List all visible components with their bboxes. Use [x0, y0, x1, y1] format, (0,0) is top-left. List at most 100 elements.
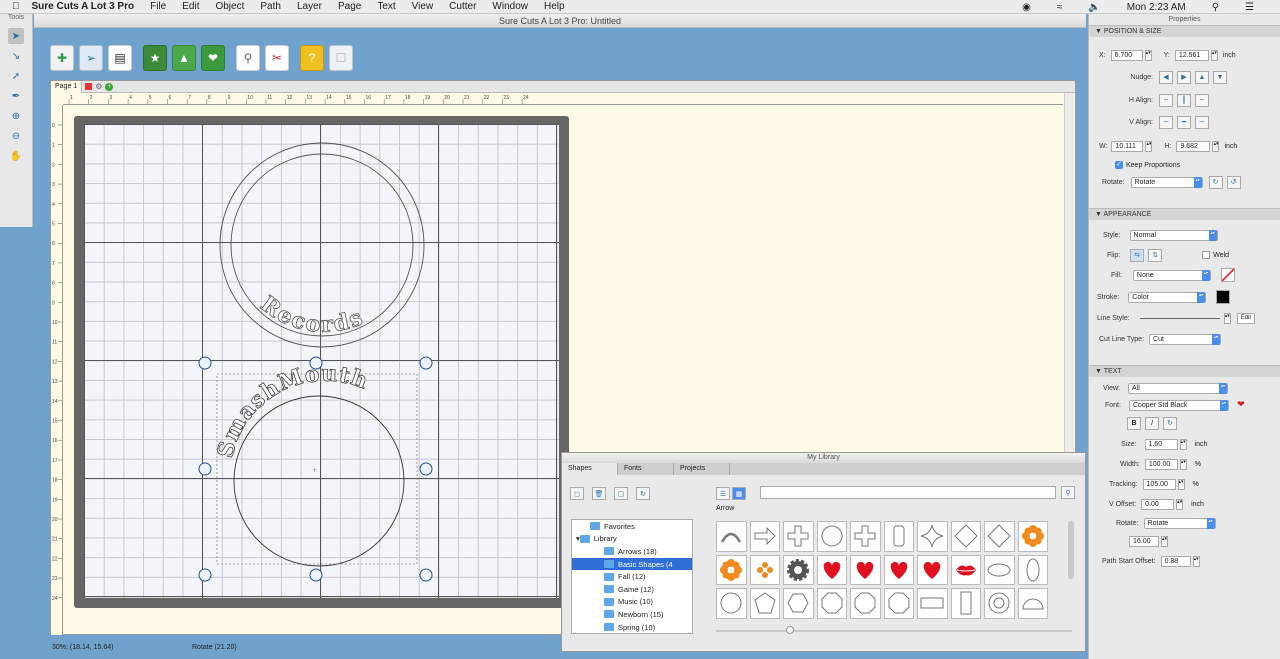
menu-cutter[interactable]: Cutter	[449, 1, 476, 12]
hexagon-outline-icon[interactable]	[783, 588, 814, 619]
edit-line-style-button[interactable]: Edit	[1236, 312, 1255, 324]
path-start-offset-field[interactable]: 0.88	[1160, 555, 1191, 567]
thumbnail-size-slider[interactable]	[716, 630, 1072, 632]
refresh-icon[interactable]: ↻	[636, 487, 650, 500]
text-width-field[interactable]: 100.00	[1144, 458, 1178, 470]
grid-view-icon[interactable]: ▦	[732, 487, 746, 500]
lips-red-icon[interactable]	[950, 554, 981, 585]
text-header[interactable]: ▼ TEXT	[1089, 365, 1280, 377]
fill-select[interactable]: None	[1132, 269, 1211, 281]
path-start-offset-stepper[interactable]: ▴▾	[1192, 555, 1200, 567]
menu-help[interactable]: Help	[544, 1, 565, 12]
align-center-h-icon[interactable]: ┃	[1177, 93, 1191, 107]
text-rotate-angle-field[interactable]: 16.00	[1129, 535, 1159, 547]
gear-gray-icon[interactable]	[783, 554, 814, 585]
menu-layer[interactable]: Layer	[297, 1, 322, 12]
edit-points-icon[interactable]: ➚	[8, 68, 24, 84]
app-menu[interactable]: Sure Cuts A Lot 3 Pro	[32, 1, 135, 12]
w-stepper[interactable]: ▴▾	[1145, 140, 1153, 152]
select-arrow-icon[interactable]: ➤	[8, 28, 24, 44]
menu-view[interactable]: View	[412, 1, 434, 12]
tracking-stepper[interactable]: ▴▾	[1177, 478, 1185, 490]
menu-page[interactable]: Page	[338, 1, 361, 12]
search-icon[interactable]: ⚲	[1212, 2, 1219, 13]
style-select[interactable]: Normal	[1129, 229, 1218, 241]
circle-outline-icon[interactable]	[816, 521, 847, 552]
font-select[interactable]: Cooper Std Black	[1128, 399, 1229, 411]
hand-pan-icon[interactable]: ✋	[8, 148, 24, 164]
text-refresh-icon[interactable]: ↻	[1163, 416, 1177, 430]
align-bottom-icon[interactable]: ─	[1195, 115, 1209, 129]
octagon-outline-icon[interactable]	[816, 588, 847, 619]
align-right-icon[interactable]: ┄	[1195, 93, 1209, 107]
flip-horizontal-icon[interactable]: ⇆	[1130, 248, 1145, 262]
library-tree-item[interactable]: Spring (10)	[572, 621, 692, 634]
volume-icon[interactable]: 🔈	[1088, 2, 1100, 13]
puzzle-cross-outline-icon[interactable]	[783, 521, 814, 552]
position-size-header[interactable]: ▼ POSITION & SIZE	[1089, 25, 1280, 37]
page-settings-icon[interactable]: ⚙	[95, 82, 102, 91]
view-select[interactable]: All	[1128, 382, 1228, 394]
rotate-reset-icon[interactable]: ↺	[1226, 175, 1241, 189]
stroke-color-swatch[interactable]	[1216, 290, 1231, 304]
text-size-field[interactable]: 1.60	[1144, 438, 1178, 450]
arrow-outline-icon[interactable]	[749, 521, 780, 552]
menu-object[interactable]: Object	[215, 1, 244, 12]
library-search-input[interactable]	[760, 486, 1056, 499]
import-shape-icon[interactable]: ▢	[614, 487, 628, 500]
arc-outline-icon[interactable]	[716, 521, 747, 552]
bold-icon[interactable]: B	[1127, 416, 1141, 430]
help-icon[interactable]: ?	[300, 45, 324, 71]
width-stepper[interactable]: ▴▾	[1179, 458, 1187, 470]
ellipse-tall-outline-icon[interactable]	[1017, 554, 1048, 585]
v-offset-field[interactable]: 0.00	[1141, 498, 1175, 510]
import-svg-icon[interactable]: ★	[143, 45, 167, 71]
thumbnail-size-slider-knob[interactable]	[786, 626, 794, 634]
star4-outline-icon[interactable]	[917, 521, 948, 552]
pentagon-outline-icon[interactable]	[749, 588, 780, 619]
ring-outline-icon[interactable]	[984, 588, 1015, 619]
zoom-in-icon[interactable]: ⊕	[8, 108, 24, 124]
menu-window[interactable]: Window	[492, 1, 528, 12]
dome-outline-icon[interactable]	[1017, 588, 1048, 619]
rotate-angle-stepper[interactable]: ▴▾	[1161, 535, 1168, 547]
menu-path[interactable]: Path	[260, 1, 281, 12]
width-field[interactable]: 10.111	[1111, 140, 1144, 152]
italic-icon[interactable]: I	[1145, 416, 1159, 430]
menu-list-icon[interactable]: ☰	[1245, 2, 1254, 13]
nudge-left-icon[interactable]: ◀	[1159, 70, 1173, 84]
shape-grid-scrollbar[interactable]	[1068, 521, 1074, 579]
rotate-apply-icon[interactable]: ↻	[1208, 175, 1223, 189]
cross-outline-icon[interactable]	[850, 521, 881, 552]
align-top-icon[interactable]: ─	[1159, 115, 1173, 129]
library-tree-item[interactable]: Favorites	[572, 520, 692, 533]
tracking-field[interactable]: 105.00	[1142, 478, 1176, 490]
record-icon[interactable]: ◉	[1022, 2, 1031, 13]
library-tree-item[interactable]: ▾ Library	[572, 533, 692, 546]
nudge-down-icon[interactable]: ▼	[1213, 70, 1227, 84]
h-stepper[interactable]: ▴▾	[1212, 140, 1220, 152]
open-icon[interactable]: ➢	[79, 45, 103, 71]
octagon-outline-icon[interactable]	[850, 588, 881, 619]
y-stepper[interactable]: ▴▾	[1210, 49, 1218, 61]
library-search-icon[interactable]: ⚲	[1061, 486, 1075, 499]
library-tree-item[interactable]: Fall (12)	[572, 570, 692, 583]
height-field[interactable]: 9.682	[1176, 140, 1211, 152]
line-style-stepper[interactable]: ▴▾	[1223, 312, 1231, 324]
library-tree-item[interactable]: Basic Shapes (4	[572, 557, 692, 571]
diamond-outline-icon[interactable]	[950, 521, 981, 552]
flower-orange-icon[interactable]	[1017, 521, 1048, 552]
diamond-outline-icon[interactable]	[984, 521, 1015, 552]
library-tree-item[interactable]: Music (10)	[572, 596, 692, 609]
tab-shapes[interactable]: Shapes	[562, 463, 618, 475]
appearance-header[interactable]: ▼ APPEARANCE	[1089, 208, 1280, 220]
clock[interactable]: Mon 2:23 AM	[1127, 2, 1186, 13]
weld-checkbox[interactable]	[1202, 251, 1211, 259]
align-middle-icon[interactable]: ━	[1177, 115, 1191, 129]
x-stepper[interactable]: ▴▾	[1144, 49, 1152, 61]
list-view-icon[interactable]: ☰	[716, 487, 730, 500]
flip-vertical-icon[interactable]: ⇅	[1148, 248, 1163, 262]
apple-menu-icon[interactable]: 	[12, 1, 20, 12]
flower-orange-icon[interactable]	[716, 554, 747, 585]
v-offset-stepper[interactable]: ▴▾	[1176, 498, 1184, 510]
